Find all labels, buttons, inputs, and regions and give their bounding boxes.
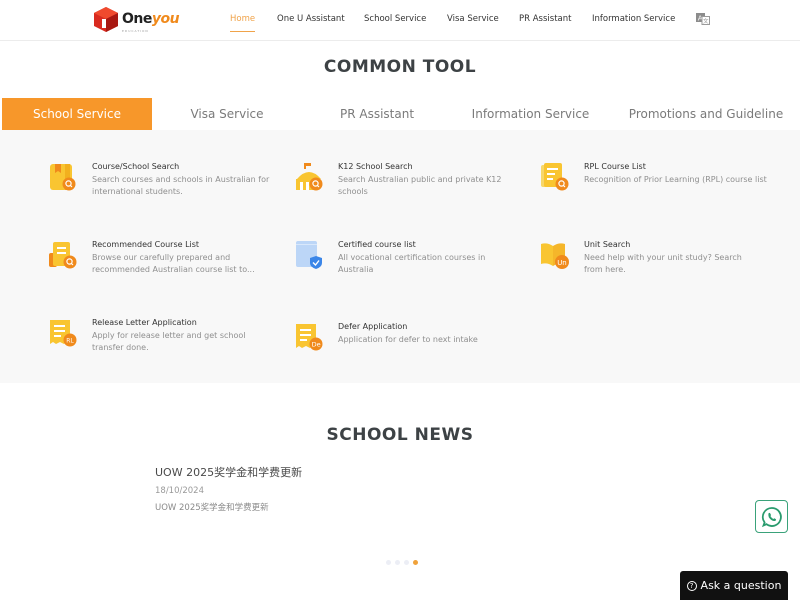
tool-cards-panel: Course/School Search Search courses and …: [0, 130, 800, 383]
nav-visa-service[interactable]: Visa Service: [447, 14, 499, 24]
defer-badge-text: De: [312, 341, 321, 349]
card-description: Need help with your unit study? Search f…: [584, 253, 742, 274]
svg-text:文: 文: [703, 17, 709, 25]
card-description: Search Australian public and private K12…: [338, 175, 502, 196]
brand-tagline: EDUCATION: [122, 29, 149, 33]
news-item[interactable]: UOW 2025奖学金和学费更新 18/10/2024 UOW 2025奖学金和…: [155, 464, 302, 513]
ask-question-label: Ask a question: [700, 579, 782, 592]
carousel-dot-2[interactable]: [395, 560, 400, 565]
carousel-dot-4[interactable]: [413, 560, 418, 565]
nav-information-service[interactable]: Information Service: [592, 14, 675, 24]
common-tool-title: COMMON TOOL: [323, 57, 477, 77]
card-defer-application[interactable]: De Defer Application Application for def…: [294, 322, 534, 372]
book-search-icon: [50, 164, 76, 191]
tab-pr-assistant[interactable]: PR Assistant: [302, 98, 452, 130]
tab-information-service[interactable]: Information Service: [452, 98, 609, 130]
brand-logo[interactable]: Oneyou EDUCATION: [93, 6, 180, 33]
common-tool-tabs: School Service Visa Service PR Assistant…: [2, 98, 800, 130]
card-title: Certified course list: [338, 240, 416, 249]
news-title[interactable]: UOW 2025奖学金和学费更新: [155, 464, 302, 480]
card-description: Search courses and schools in Australian…: [92, 175, 270, 196]
card-title: RPL Course List: [584, 162, 646, 171]
card-release-letter-application[interactable]: RL Release Letter Application Apply for …: [48, 318, 288, 368]
tab-promotions-and-guideline[interactable]: Promotions and Guideline: [612, 98, 800, 130]
card-k12-school-search[interactable]: K12 School Search Search Australian publ…: [294, 162, 534, 212]
whatsapp-icon: [761, 506, 782, 527]
card-rpl-course-list[interactable]: RPL Course List Recognition of Prior Lea…: [540, 162, 780, 212]
release-letter-icon: RL: [50, 320, 77, 347]
news-carousel-dots: [386, 560, 418, 565]
question-circle-icon: ?: [686, 580, 697, 591]
news-date: 18/10/2024: [155, 486, 204, 496]
brand-name-one: One: [122, 10, 152, 27]
card-description: All vocational certification courses in …: [338, 253, 486, 274]
nav-school-service[interactable]: School Service: [364, 14, 426, 24]
card-title: Release Letter Application: [92, 318, 197, 327]
certified-shield-icon: [296, 241, 322, 269]
carousel-dot-1[interactable]: [386, 560, 391, 565]
card-title: Recommended Course List: [92, 240, 200, 249]
nav-one-u-assistant[interactable]: One U Assistant: [277, 14, 345, 24]
school-search-icon: [296, 163, 323, 191]
school-news-title: SCHOOL NEWS: [326, 425, 474, 445]
card-description: Recognition of Prior Learning (RPL) cour…: [584, 175, 767, 184]
tab-visa-service[interactable]: Visa Service: [152, 98, 302, 130]
open-book-unit-icon: Un: [541, 243, 569, 269]
card-title: Unit Search: [584, 240, 631, 249]
card-title: Course/School Search: [92, 162, 180, 171]
logo-cube-icon: [94, 7, 118, 32]
card-description: Application for defer to next intake: [338, 335, 478, 344]
brand-name: Oneyou: [122, 10, 180, 27]
document-search-icon: [541, 163, 569, 191]
card-description: Browse our carefully prepared and recomm…: [92, 253, 255, 274]
whatsapp-button[interactable]: [755, 500, 788, 533]
nav-pr-assistant[interactable]: PR Assistant: [519, 14, 571, 24]
card-certified-course-list[interactable]: Certified course list All vocational cer…: [294, 240, 534, 290]
nav-active-indicator: [230, 31, 255, 32]
defer-application-icon: De: [296, 324, 323, 351]
translate-icon[interactable]: A 文: [696, 13, 710, 25]
tab-school-service[interactable]: School Service: [2, 98, 152, 130]
card-unit-search[interactable]: Un Unit Search Need help with your unit …: [540, 240, 780, 290]
unit-badge-text: Un: [557, 259, 567, 267]
card-description: Apply for release letter and get school …: [92, 331, 246, 352]
card-title: Defer Application: [338, 322, 408, 331]
carousel-dot-3[interactable]: [404, 560, 409, 565]
news-summary: UOW 2025奖学金和学费更新: [155, 503, 269, 513]
site-header: Oneyou EDUCATION Home One U Assistant Sc…: [0, 0, 800, 41]
release-letter-badge-text: RL: [66, 337, 74, 344]
card-course-school-search[interactable]: Course/School Search Search courses and …: [48, 162, 288, 212]
brand-name-you: you: [151, 10, 180, 27]
card-title: K12 School Search: [338, 162, 413, 171]
card-recommended-course-list[interactable]: Recommended Course List Browse our caref…: [48, 240, 288, 290]
nav-home[interactable]: Home: [230, 14, 255, 24]
ask-question-button[interactable]: ? Ask a question: [680, 571, 788, 600]
list-search-icon: [49, 242, 77, 269]
